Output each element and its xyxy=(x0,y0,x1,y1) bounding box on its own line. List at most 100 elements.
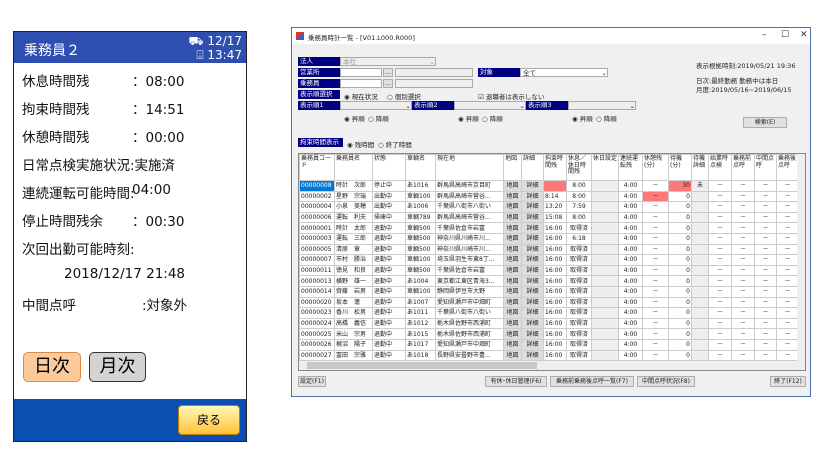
order3-select[interactable]: ⌄ xyxy=(568,101,636,110)
column-header[interactable]: 地図 xyxy=(503,154,522,181)
table-row[interactable]: 00000026 梶沼 陽子 退勤中 あ1017 愛知県瀬戸市中畑町 地図 詳細… xyxy=(299,338,799,351)
map-button[interactable]: 地図 xyxy=(503,222,522,234)
detail-button[interactable]: 詳細 xyxy=(521,317,544,330)
standby-detail[interactable] xyxy=(691,211,709,224)
detail-button[interactable]: 詳細 xyxy=(521,201,544,213)
column-header[interactable]: 乗務員コード xyxy=(299,154,335,181)
map-button[interactable]: 地図 xyxy=(503,328,522,340)
detail-button[interactable]: 詳細 xyxy=(521,328,544,340)
corp-select[interactable]: 本社 ⌄ xyxy=(340,57,436,66)
midway-rollcall-button[interactable]: 中間点呼状況(F8) xyxy=(637,376,695,387)
map-button[interactable]: 地図 xyxy=(503,264,522,277)
standby-detail[interactable]: 未 xyxy=(691,180,709,192)
map-button[interactable]: 地図 xyxy=(503,232,522,245)
standby-detail[interactable] xyxy=(691,264,709,277)
holiday-setting[interactable] xyxy=(591,254,619,266)
crew-code[interactable]: 00000001 xyxy=(299,222,335,234)
crew-code[interactable]: 00000023 xyxy=(299,307,335,319)
holiday-management-button[interactable]: 有休･休日管理(F6) xyxy=(485,376,547,387)
holiday-setting[interactable] xyxy=(591,264,619,277)
crew-code[interactable]: 00000008 xyxy=(299,180,335,192)
maximize-icon[interactable]: ☐ xyxy=(781,30,789,40)
desc-radio-3[interactable]: ○ 降順 xyxy=(596,113,617,123)
standby-detail[interactable] xyxy=(691,307,709,319)
table-row[interactable]: 00000013 横野 雄一 退勤中 あ1004 東京都江東区青海3... 地図… xyxy=(299,275,799,287)
detail-button[interactable]: 詳細 xyxy=(521,243,544,256)
radio-individual[interactable]: ○ 個別選択 xyxy=(387,91,421,101)
column-header[interactable]: 車輌名 xyxy=(405,154,436,181)
crew-browse-button[interactable]: ... xyxy=(383,79,393,88)
crew-code-input[interactable] xyxy=(340,79,382,88)
crew-code[interactable]: 00000020 xyxy=(299,296,335,309)
holiday-setting[interactable] xyxy=(591,222,619,234)
crew-code[interactable]: 00000007 xyxy=(299,254,335,266)
map-button[interactable]: 地図 xyxy=(503,296,522,309)
standby-detail[interactable] xyxy=(691,222,709,234)
column-header[interactable]: 待機(分) xyxy=(668,154,692,181)
detail-button[interactable]: 詳細 xyxy=(521,264,544,277)
crew-code[interactable]: 00000011 xyxy=(299,264,335,277)
crew-code[interactable]: 00000024 xyxy=(299,317,335,330)
map-button[interactable]: 地図 xyxy=(503,317,522,330)
vertical-scrollbar[interactable] xyxy=(797,154,805,362)
holiday-setting[interactable] xyxy=(591,201,619,213)
table-row[interactable]: 00000014 齊藤 岩男 退勤中 車輌100 静岡県伊豆市大野 地図 詳細 … xyxy=(299,285,799,298)
column-header[interactable]: 現在地 xyxy=(435,154,504,181)
search-button[interactable]: 検索(E) xyxy=(743,117,787,128)
standby-detail[interactable] xyxy=(691,296,709,309)
table-row[interactable]: 00000004 小泉 美穂 出勤中 あ1006 千葉県八街市八街い 地図 詳細… xyxy=(299,201,799,213)
map-button[interactable]: 地図 xyxy=(503,338,522,351)
radio-current[interactable]: ◉ 現在状況 xyxy=(344,91,378,101)
table-row[interactable]: 00000005 清原 章 退勤中 車輌500 神奈川県川崎市川... 地図 詳… xyxy=(299,243,799,256)
holiday-setting[interactable] xyxy=(591,243,619,256)
table-row[interactable]: 00000003 運転 三郎 退勤中 車輌500 神奈川県川崎市川... 地図 … xyxy=(299,232,799,245)
map-button[interactable]: 地図 xyxy=(503,254,522,266)
crew-code[interactable]: 00000002 xyxy=(299,190,335,203)
column-header[interactable]: 始業時点検 xyxy=(708,154,732,181)
desc-radio-1[interactable]: ○ 降順 xyxy=(368,113,389,123)
column-header[interactable]: 拘束時間残 xyxy=(543,154,567,181)
office-browse-button[interactable]: ... xyxy=(383,68,393,77)
standby-detail[interactable] xyxy=(691,285,709,298)
crew-code[interactable]: 00000005 xyxy=(299,243,335,256)
column-header[interactable]: 乗務員名 xyxy=(334,154,373,181)
close-icon[interactable]: ✕ xyxy=(800,30,808,40)
exit-button[interactable]: 終了(F12) xyxy=(770,376,806,387)
column-header[interactable]: 休日設定 xyxy=(591,154,619,181)
column-header[interactable]: 連続運転残 xyxy=(618,154,643,181)
holiday-setting[interactable] xyxy=(591,338,619,351)
detail-button[interactable]: 詳細 xyxy=(521,222,544,234)
table-row[interactable]: 00000011 徳見 和良 退勤中 車輌500 千葉県佐倉市岩富 地図 詳細 … xyxy=(299,264,799,277)
table-row[interactable]: 00000006 運転 利夫 帰庫中 車輌789 群馬県高崎市菅谷... 地図 … xyxy=(299,211,799,224)
minimize-icon[interactable]: – xyxy=(762,30,767,40)
holiday-setting[interactable] xyxy=(591,190,619,203)
table-row[interactable]: 00000020 坂本 蓮 退勤中 あ1007 愛知県瀬戸市中畑町 地図 詳細 … xyxy=(299,296,799,309)
holiday-setting[interactable] xyxy=(591,328,619,340)
table-row[interactable]: 00000007 市村 勝治 退勤中 車輌100 埼玉県羽生市東8丁... 地図… xyxy=(299,254,799,266)
detail-button[interactable]: 詳細 xyxy=(521,275,544,287)
daily-button[interactable]: 日次 xyxy=(23,352,81,382)
map-button[interactable]: 地図 xyxy=(503,211,522,224)
order2-select[interactable]: ⌄ xyxy=(454,101,526,110)
table-row[interactable]: 00000027 冨田 宗雅 退勤中 あ1018 長野県安曇野市豊... 地図 … xyxy=(299,349,799,362)
column-header[interactable]: 待機詳細 xyxy=(691,154,709,181)
table-row[interactable]: 00000023 香川 松男 退勤中 あ1011 千葉県八街市八街い 地図 詳細… xyxy=(299,307,799,319)
detail-button[interactable]: 詳細 xyxy=(521,211,544,224)
map-button[interactable]: 地図 xyxy=(503,180,522,192)
crew-code[interactable]: 00000003 xyxy=(299,232,335,245)
map-button[interactable]: 地図 xyxy=(503,349,522,362)
holiday-setting[interactable] xyxy=(591,307,619,319)
column-header[interactable]: 状態 xyxy=(372,154,406,181)
crew-code[interactable]: 00000025 xyxy=(299,328,335,340)
map-button[interactable]: 地図 xyxy=(503,285,522,298)
holiday-setting[interactable] xyxy=(591,180,619,192)
holiday-setting[interactable] xyxy=(591,232,619,245)
map-button[interactable]: 地図 xyxy=(503,201,522,213)
asc-radio-1[interactable]: ◉ 昇順 xyxy=(344,113,365,123)
radio-end-time[interactable]: ○ 終了時間 xyxy=(378,139,412,149)
monthly-button[interactable]: 月次 xyxy=(89,352,146,382)
detail-button[interactable]: 詳細 xyxy=(521,338,544,351)
detail-button[interactable]: 詳細 xyxy=(521,349,544,362)
standby-detail[interactable] xyxy=(691,243,709,256)
rollcall-list-button[interactable]: 乗務前乗務後点呼一覧(F7) xyxy=(550,376,634,387)
